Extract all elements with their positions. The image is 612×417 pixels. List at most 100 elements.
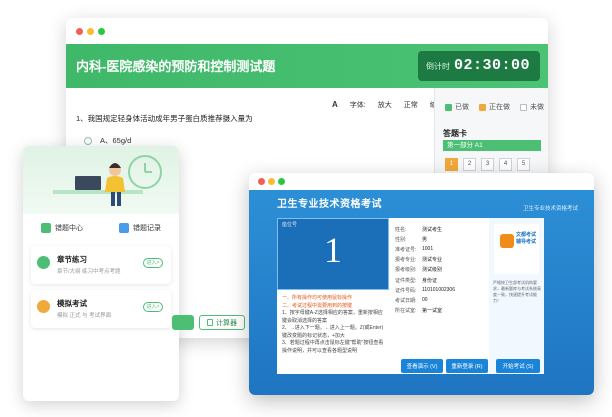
option-a[interactable]: A、65g/d xyxy=(84,135,131,146)
doing-swatch-icon xyxy=(479,103,486,111)
candidate-info: 姓名: 测试考生 性别: 男准考证号: 1001 报考专业: 测试专业 报考级别: 测试级别 证件… xyxy=(389,218,489,374)
promo-panel: 文都考试 辅导考试 严格按卫生部考试机构要求，最新题库与考试系统高度一致，快速提… xyxy=(489,218,544,374)
start-exam-button-label: 开始考试 (S) xyxy=(502,364,534,370)
info-value: 1001 xyxy=(422,246,434,253)
promo-logo-icon xyxy=(500,234,514,248)
status-legend: 已做 正在做 未做 xyxy=(445,102,544,112)
promo-text: 严格按卫生部考试机构要求，最新题库与考试系统高度一致，快速提升考试能力！ xyxy=(493,280,541,303)
calculator-label: 计算器 xyxy=(216,319,237,327)
info-key: 报考级别: xyxy=(395,267,417,274)
legend-doing: 正在做 xyxy=(479,102,510,112)
info-row: 证件类型: 身份证 xyxy=(395,275,483,285)
info-value: 男 xyxy=(422,236,428,243)
question-text: 1、我国规定轻身体活动成年男子蛋白质推荐摄入量为 xyxy=(76,114,253,123)
info-key: 所在试室: xyxy=(395,308,417,315)
font-toolbar: A 字体: 放大 正常 缩小 xyxy=(332,100,444,110)
font-label: 字体: xyxy=(349,102,366,109)
note-line: 3、若题过程中再点击鼠标左键"帮助"按钮查看操作说明，并可以查看各题型说明 xyxy=(282,340,384,354)
promo-title: 文都考试 辅导考试 xyxy=(516,232,537,245)
note-line: 1、按字母键A-Z选择相应的答案，重新按相应键会取消选择的答案 xyxy=(282,310,383,324)
chapter-icon xyxy=(37,256,50,269)
question-type-bar: 第一部分 A1 xyxy=(443,140,541,151)
login-title: 卫生专业技术资格考试 xyxy=(277,199,382,210)
info-value: 测试考生 xyxy=(422,226,443,233)
window-maximize-dot[interactable] xyxy=(98,28,105,35)
answer-card-title: 答题卡 xyxy=(443,129,467,138)
promo-card: 文都考试 辅导考试 xyxy=(494,224,539,274)
front-close-dot[interactable] xyxy=(258,178,265,185)
demo-button-label: 查看演示 (V) xyxy=(406,364,438,370)
wrong-center-icon xyxy=(41,223,51,233)
mobile-menu: 错题中心 错题记录 xyxy=(23,218,179,238)
normal-size-button[interactable]: 正常 xyxy=(404,100,418,110)
note-line: 2、→进入下一题，←进入上一题，Z(或Enter)键改变题的标记状态，+加大 xyxy=(282,325,384,339)
done-swatch-icon xyxy=(445,103,452,111)
seat-label: 座位号 xyxy=(282,222,298,228)
calculator-button[interactable]: 计算器 xyxy=(199,315,245,330)
mock-exam-enter-button[interactable]: 进入> xyxy=(143,302,163,312)
info-row: 报考级别: 测试级别 xyxy=(395,265,483,275)
info-key: 性别: xyxy=(395,236,407,243)
exam-login-window: 卫生专业技术资格考试 卫生专业技术资格考试 座位号 1 一、所有操作均可使用鼠标… xyxy=(249,173,594,395)
login-subtitle: 卫生专业技术资格考试 xyxy=(522,206,578,212)
seat-number: 1 xyxy=(324,230,342,270)
timer-label: 倒计时 xyxy=(426,62,450,71)
demo-button[interactable]: 查看演示 (V) xyxy=(401,359,443,373)
front-minimize-dot[interactable] xyxy=(268,178,275,185)
window-minimize-dot[interactable] xyxy=(87,28,94,35)
instructions-box: 一、所有操作均可使用鼠标操作 二、考试过程中需要用到的按键 1、按字母键A-Z选… xyxy=(277,290,389,374)
wrong-center-label: 错题中心 xyxy=(55,225,83,232)
info-row: 所在试室: 第一试室 xyxy=(395,306,483,316)
info-key: 证件号码: xyxy=(395,287,417,294)
info-key: 证件类型: xyxy=(395,277,417,284)
info-key: 报考专业: xyxy=(395,257,417,264)
calculator-icon xyxy=(207,319,213,326)
chapter-practice-item[interactable]: 章节练习 章节/大纲 练习中考点考题 进入> xyxy=(31,246,171,284)
info-key: 准考证号: xyxy=(395,246,417,253)
question-cell[interactable]: 1 xyxy=(445,158,458,171)
info-value: 测试级别 xyxy=(422,267,443,274)
chapter-enter-button[interactable]: 进入> xyxy=(143,258,163,268)
info-key: 考试日期: xyxy=(395,297,417,304)
studying-person-illustration xyxy=(53,155,162,206)
info-value: 00 xyxy=(422,297,428,304)
note-line: 一、所有操作均可使用鼠标操作 xyxy=(282,295,353,301)
info-value: 110101002306 xyxy=(422,287,455,294)
chapter-subtitle: 章节/大纲 练习中考点考题 xyxy=(57,269,121,275)
info-row: 证件号码: 110101002306 xyxy=(395,285,483,295)
exam-header: 内科-医院感染的预防和控制测试题 倒计时 02:30:00 xyxy=(66,44,548,88)
wrong-question-record[interactable]: 错题记录 xyxy=(101,218,179,238)
prev-button[interactable] xyxy=(172,315,194,330)
info-key: 姓名: xyxy=(395,226,407,233)
question-cell[interactable]: 3 xyxy=(481,158,494,171)
wrong-question-center[interactable]: 错题中心 xyxy=(23,218,101,238)
note-line: 二、考试过程中需要用到的按键 xyxy=(282,302,353,309)
question-cell[interactable]: 4 xyxy=(499,158,512,171)
info-row: 姓名: 测试考生 xyxy=(395,224,483,234)
relogin-button-label: 重新登录 (R) xyxy=(451,364,483,370)
wrong-record-icon xyxy=(119,223,129,233)
info-row: 报考专业: 测试专业 xyxy=(395,255,483,265)
info-row: 性别: 男 xyxy=(395,234,483,244)
legend-done: 已做 xyxy=(445,102,469,112)
question-cell[interactable]: 2 xyxy=(463,158,476,171)
exam-title: 内科-医院感染的预防和控制测试题 xyxy=(76,59,276,74)
font-icon: A xyxy=(332,100,338,109)
mock-exam-item[interactable]: 模拟考试 模拟 正式 与 考试界面 进入> xyxy=(31,290,171,328)
mobile-app-card: 错题中心 错题记录 章节练习 章节/大纲 练习中考点考题 进入> 模拟考试 模拟… xyxy=(23,146,179,401)
start-exam-button[interactable]: 开始考试 (S) xyxy=(496,359,540,373)
login-panel: 卫生专业技术资格考试 卫生专业技术资格考试 座位号 1 一、所有操作均可使用鼠标… xyxy=(249,190,594,395)
timer-value: 02:30:00 xyxy=(454,57,531,74)
seat-box: 座位号 1 xyxy=(277,218,389,290)
wrong-record-label: 错题记录 xyxy=(133,225,161,232)
info-value: 身份证 xyxy=(422,277,438,284)
mock-exam-title: 模拟考试 xyxy=(57,299,87,308)
zoom-in-button[interactable]: 放大 xyxy=(378,100,392,110)
radio-icon[interactable] xyxy=(84,136,92,145)
window-close-dot[interactable] xyxy=(76,28,83,35)
chapter-title: 章节练习 xyxy=(57,255,87,264)
front-maximize-dot[interactable] xyxy=(278,178,285,185)
question-cell[interactable]: 5 xyxy=(517,158,530,171)
relogin-button[interactable]: 重新登录 (R) xyxy=(446,359,488,373)
option-a-label: A、65g/d xyxy=(100,136,132,145)
